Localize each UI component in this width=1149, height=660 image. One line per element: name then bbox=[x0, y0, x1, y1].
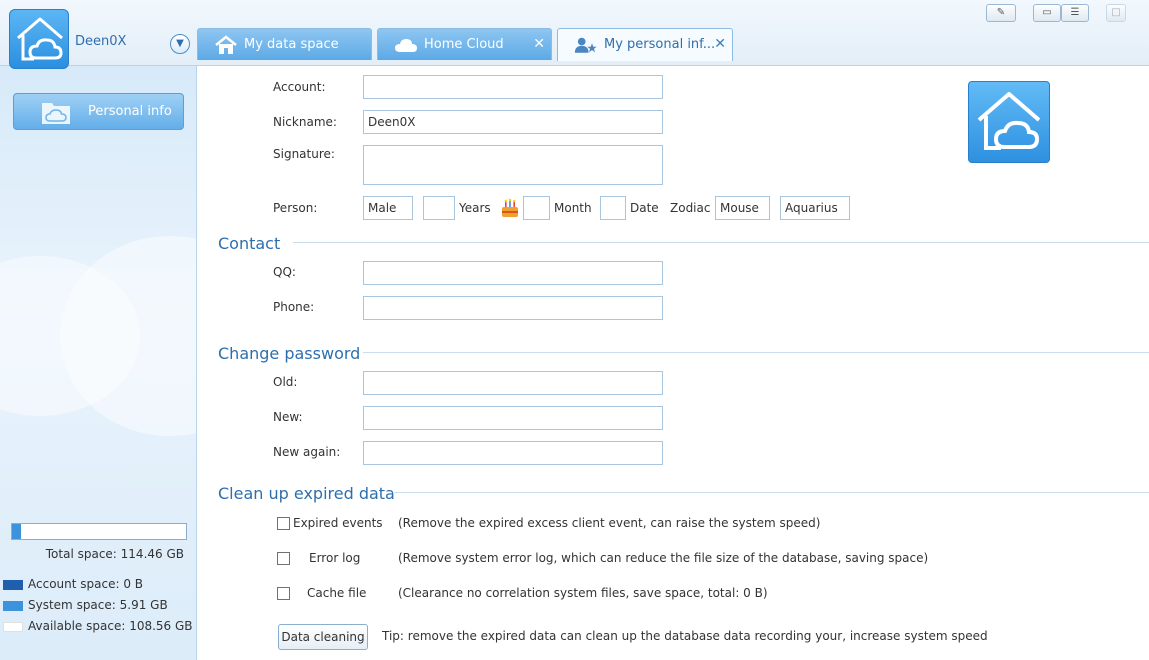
app-logo bbox=[9, 9, 69, 69]
birthday-cake-icon[interactable] bbox=[499, 197, 521, 219]
old-password-label: Old: bbox=[273, 375, 298, 389]
new-again-password-label: New again: bbox=[273, 445, 341, 459]
date-field[interactable] bbox=[600, 196, 626, 220]
qq-field[interactable] bbox=[363, 261, 663, 285]
phone-label: Phone: bbox=[273, 300, 315, 314]
new-password-field[interactable] bbox=[363, 406, 663, 430]
legend-text: Available space: 108.56 GB bbox=[28, 619, 193, 633]
total-space-text: Total space: 114.46 GB bbox=[45, 547, 184, 561]
home-icon bbox=[215, 35, 237, 54]
sidebar-item-label: Personal info bbox=[88, 104, 172, 119]
tab-my-data-space[interactable]: My data space bbox=[197, 28, 372, 60]
nickname-label: Nickname: bbox=[273, 115, 337, 129]
user-menu-dropdown-button[interactable]: ▼ bbox=[170, 34, 190, 54]
error-log-checkbox[interactable] bbox=[277, 552, 290, 565]
storage-usage-bar bbox=[11, 523, 187, 540]
section-divider bbox=[394, 492, 1149, 493]
tab-label: My data space bbox=[244, 37, 339, 52]
error-log-label[interactable]: Error log bbox=[309, 551, 360, 565]
close-tab-icon[interactable]: ✕ bbox=[714, 29, 726, 60]
signature-label: Signature: bbox=[273, 147, 335, 161]
signature-field[interactable] bbox=[363, 145, 663, 185]
expired-events-checkbox[interactable] bbox=[277, 517, 290, 530]
mini-mode-icon[interactable]: ▭ bbox=[1033, 4, 1061, 22]
old-password-field[interactable] bbox=[363, 371, 663, 395]
new-again-password-field[interactable] bbox=[363, 441, 663, 465]
qq-label: QQ: bbox=[273, 265, 296, 279]
account-label: Account: bbox=[273, 80, 326, 94]
legend-swatch bbox=[3, 622, 23, 632]
cleanup-section-title: Clean up expired data bbox=[218, 484, 395, 503]
personal-info-panel: Account: Nickname: Signature: Person: Ye… bbox=[198, 66, 1149, 660]
month-field[interactable] bbox=[523, 196, 550, 220]
layout-icon[interactable]: ☰ bbox=[1061, 4, 1089, 22]
gender-select[interactable] bbox=[363, 196, 413, 220]
phone-field[interactable] bbox=[363, 296, 663, 320]
maximize-icon[interactable]: □ bbox=[1106, 4, 1126, 22]
top-bar: Deen0X ▼ My data space Home Cloud ✕ My p… bbox=[0, 0, 1149, 69]
tab-label: My personal inf... bbox=[604, 37, 716, 52]
cache-file-description: (Clearance no correlation system files, … bbox=[398, 586, 768, 600]
skin-icon[interactable]: ✎ bbox=[986, 4, 1016, 22]
date-label: Date bbox=[630, 201, 659, 215]
sidebar-item-personal-info[interactable]: Personal info bbox=[13, 93, 184, 130]
nickname-field[interactable] bbox=[363, 110, 663, 134]
legend-swatch bbox=[3, 601, 23, 611]
legend-text: System space: 5.91 GB bbox=[28, 598, 168, 612]
chinese-zodiac-field[interactable] bbox=[715, 196, 770, 220]
legend-swatch bbox=[3, 580, 23, 590]
contact-section-title: Contact bbox=[218, 234, 281, 253]
avatar[interactable] bbox=[968, 81, 1050, 163]
data-cleaning-button[interactable]: Data cleaning bbox=[278, 624, 368, 650]
month-label: Month bbox=[554, 201, 592, 215]
expired-events-label[interactable]: Expired events bbox=[293, 516, 383, 530]
house-cloud-logo-icon bbox=[17, 17, 63, 61]
years-label: Years bbox=[459, 201, 491, 215]
years-field[interactable] bbox=[423, 196, 455, 220]
sidebar: Personal info Total space: 114.46 GB Acc… bbox=[0, 66, 197, 660]
house-cloud-logo-icon bbox=[977, 92, 1041, 150]
expired-events-description: (Remove the expired excess client event,… bbox=[398, 516, 821, 530]
cache-file-checkbox[interactable] bbox=[277, 587, 290, 600]
zodiac-label: Zodiac bbox=[670, 201, 711, 215]
folder-cloud-icon bbox=[42, 103, 70, 124]
tab-my-personal-info[interactable]: My personal inf... ✕ bbox=[557, 28, 733, 61]
account-field[interactable] bbox=[363, 75, 663, 99]
change-password-section-title: Change password bbox=[218, 344, 361, 363]
section-divider bbox=[293, 242, 1149, 243]
legend-text: Account space: 0 B bbox=[28, 577, 144, 591]
cache-file-label[interactable]: Cache file bbox=[307, 586, 366, 600]
cleanup-tip: Tip: remove the expired data can clean u… bbox=[382, 629, 988, 643]
new-password-label: New: bbox=[273, 410, 303, 424]
storage-usage-fill bbox=[12, 524, 21, 539]
cloud-icon bbox=[395, 39, 417, 52]
person-label: Person: bbox=[273, 201, 318, 215]
section-divider bbox=[363, 352, 1149, 353]
user-star-icon bbox=[574, 37, 597, 53]
tab-home-cloud[interactable]: Home Cloud ✕ bbox=[377, 28, 552, 60]
star-sign-field[interactable] bbox=[780, 196, 850, 220]
close-tab-icon[interactable]: ✕ bbox=[533, 29, 545, 60]
error-log-description: (Remove system error log, which can redu… bbox=[398, 551, 929, 565]
tab-label: Home Cloud bbox=[424, 37, 504, 52]
username[interactable]: Deen0X bbox=[75, 34, 126, 49]
